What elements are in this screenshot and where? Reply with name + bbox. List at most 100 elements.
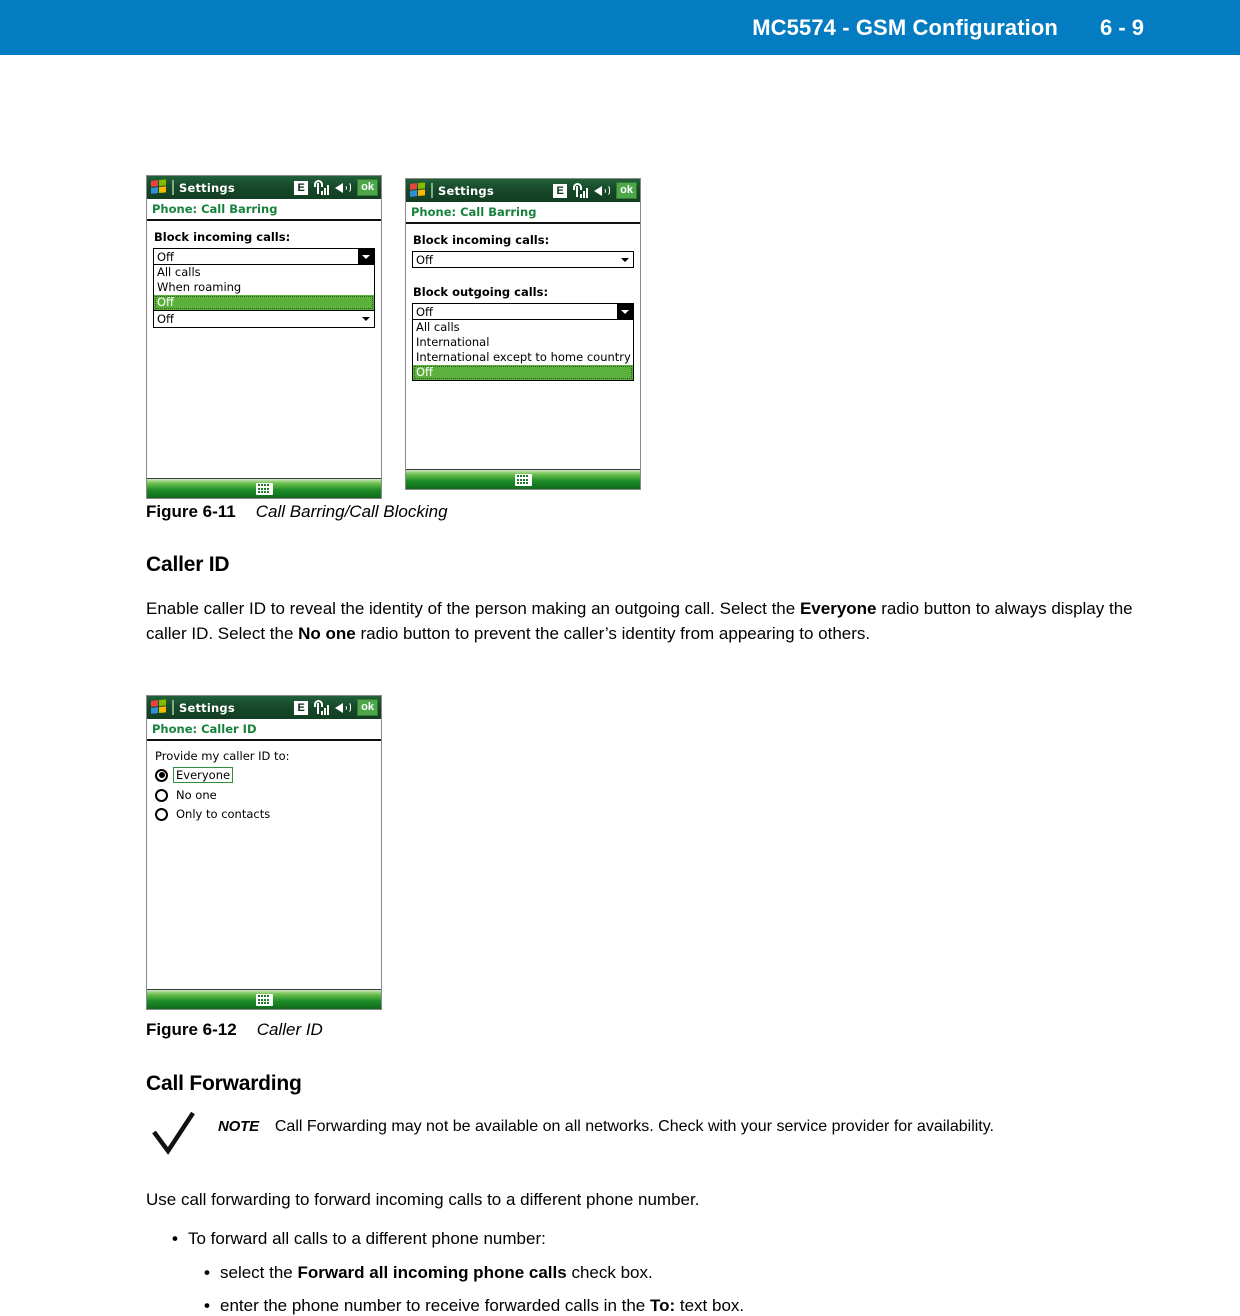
device-blank-area [153, 821, 375, 989]
block-outgoing-calls-combo[interactable]: Off [412, 303, 634, 320]
section-heading-call-forwarding: Call Forwarding [146, 1072, 302, 1095]
note-label: NOTE [218, 1118, 259, 1135]
bullet-dot: • [204, 1263, 210, 1282]
signal-strength-icon[interactable] [314, 180, 330, 195]
block-outgoing-calls-label: Block outgoing calls: [413, 285, 549, 299]
combo-value: Off [157, 312, 174, 326]
device-titlebar: Settings E ok [147, 176, 381, 199]
dropdown-option-selected[interactable]: Off [413, 365, 633, 380]
device-titlebar: Settings E ok [406, 179, 640, 202]
keyboard-icon[interactable] [514, 473, 532, 486]
chevron-down-icon[interactable] [358, 311, 374, 327]
note-block: NOTE Call Forwarding may not be available… [150, 1110, 1150, 1170]
signal-strength-icon[interactable] [573, 183, 589, 198]
bullet-text: check box. [566, 1263, 653, 1282]
bullet-item-level1: • To forward all calls to a different pho… [172, 1229, 546, 1249]
chevron-down-icon[interactable] [358, 249, 374, 264]
edge-network-icon: E [294, 700, 309, 715]
ok-button[interactable]: ok [357, 179, 378, 196]
edge-network-icon: E [294, 180, 309, 195]
dropdown-option[interactable]: All calls [154, 265, 374, 280]
radio-everyone-label: Everyone [173, 767, 234, 783]
keyboard-icon[interactable] [255, 993, 273, 1006]
para-text: radio button to [876, 599, 990, 618]
paragraph-call-forwarding-intro: Use call forwarding to forward incoming … [146, 1190, 700, 1209]
speaker-volume-icon[interactable] [335, 701, 352, 714]
device-titlebar: Settings E ok [147, 696, 381, 719]
device-subtitle-label: Phone: Call Barring [411, 205, 537, 219]
radio-only-to-contacts-icon[interactable] [155, 807, 168, 821]
para-text: others. [818, 624, 871, 643]
speaker-volume-icon[interactable] [335, 181, 352, 194]
ok-button[interactable]: ok [616, 182, 637, 199]
block-outgoing-calls-dropdown-list[interactable]: All calls International International ex… [412, 320, 634, 381]
titlebar-app-name: Settings [438, 183, 494, 198]
device-screenshot-caller-id: Settings E ok Phone: Caller ID Provide m… [146, 695, 382, 1010]
radio-row-no-one[interactable]: No one [155, 788, 375, 802]
para-bold-everyone: Everyone [799, 599, 877, 618]
bullet-text: enter the phone number to receive forwar… [220, 1296, 650, 1315]
block-incoming-calls-label: Block incoming calls: [413, 233, 550, 247]
keyboard-icon[interactable] [255, 482, 273, 495]
chevron-down-icon[interactable] [617, 252, 633, 267]
titlebar-status-icons: E ok [294, 179, 378, 196]
radio-no-one-label: No one [176, 788, 217, 802]
block-incoming-calls-combo[interactable]: Off [153, 248, 375, 265]
figure-caption-6-11: Figure 6-11 Call Barring/Call Blocking [146, 502, 448, 522]
signal-strength-icon[interactable] [314, 700, 330, 715]
block-incoming-calls-combo[interactable]: Off [412, 251, 634, 268]
windows-logo-icon [151, 179, 168, 196]
checkmark-icon [152, 1111, 195, 1155]
bullet-bold-to: To: [649, 1296, 676, 1315]
combo-value: Off [416, 304, 433, 319]
device-blank-area [153, 328, 375, 478]
block-incoming-calls-label: Block incoming calls: [154, 230, 291, 244]
device-taskbar [147, 989, 381, 1009]
figure-number: Figure 6-11 [146, 502, 236, 521]
note-body: NOTE Call Forwarding may not be available… [218, 1116, 994, 1138]
bullet-bold-forward-all: Forward all incoming phone calls [297, 1263, 567, 1282]
radio-row-only-to-contacts[interactable]: Only to contacts [155, 807, 375, 821]
page-number: 6 - 9 [1099, 14, 1144, 40]
page-header: MC5574 - GSM Configuration 6 - 9 [0, 0, 1240, 55]
bullet-item-level2-checkbox: • select the Forward all incoming phone c… [204, 1263, 653, 1283]
block-incoming-calls-combo-collapsed[interactable]: Off [153, 311, 375, 328]
chevron-down-icon[interactable] [617, 304, 633, 319]
bullet-text: text box. [675, 1296, 745, 1315]
bullet-dot: • [204, 1296, 210, 1315]
page-title: MC5574 - GSM Configuration [752, 14, 1058, 40]
section-heading-caller-id: Caller ID [146, 553, 230, 576]
dropdown-option[interactable]: International except to home country [413, 350, 633, 365]
device-body: Block incoming calls: Off Block outgoing… [406, 224, 640, 469]
device-taskbar [147, 478, 381, 498]
paragraph-caller-id: Enable caller ID to reveal the identity … [146, 596, 1176, 646]
device-taskbar [406, 469, 640, 489]
device-page-subtitle: Phone: Caller ID [147, 719, 381, 741]
titlebar-divider [172, 180, 174, 195]
dropdown-option-selected[interactable]: Off [154, 295, 374, 310]
figure-title: Call Barring/Call Blocking [255, 502, 448, 521]
bullet-item-level2-textbox: • enter the phone number to receive forwa… [204, 1296, 744, 1316]
radio-no-one-icon[interactable] [155, 788, 168, 802]
para-text: radio button to prevent the caller’s ide… [355, 624, 814, 643]
radio-only-to-contacts-label: Only to contacts [176, 807, 271, 821]
bullet-dot: • [172, 1229, 178, 1248]
titlebar-divider [172, 700, 174, 715]
dropdown-option[interactable]: All calls [413, 320, 633, 335]
windows-logo-icon [151, 699, 168, 716]
ok-button[interactable]: ok [357, 699, 378, 716]
figure-number: Figure 6-12 [146, 1020, 237, 1039]
speaker-volume-icon[interactable] [594, 184, 611, 197]
device-blank-area [412, 381, 634, 469]
combo-value: Off [416, 252, 433, 267]
para-text: Enable caller ID to reveal the identity … [146, 599, 800, 618]
edge-network-icon: E [553, 183, 568, 198]
radio-everyone-icon[interactable] [155, 768, 168, 782]
windows-logo-icon [410, 182, 427, 199]
device-body: Provide my caller ID to: Everyone No one… [147, 741, 381, 989]
dropdown-option[interactable]: International [413, 335, 633, 350]
block-incoming-calls-dropdown-list[interactable]: All calls When roaming Off [153, 265, 375, 311]
note-text: Call Forwarding may not be available on … [274, 1118, 994, 1135]
radio-row-everyone[interactable]: Everyone [155, 767, 375, 783]
dropdown-option[interactable]: When roaming [154, 280, 374, 295]
